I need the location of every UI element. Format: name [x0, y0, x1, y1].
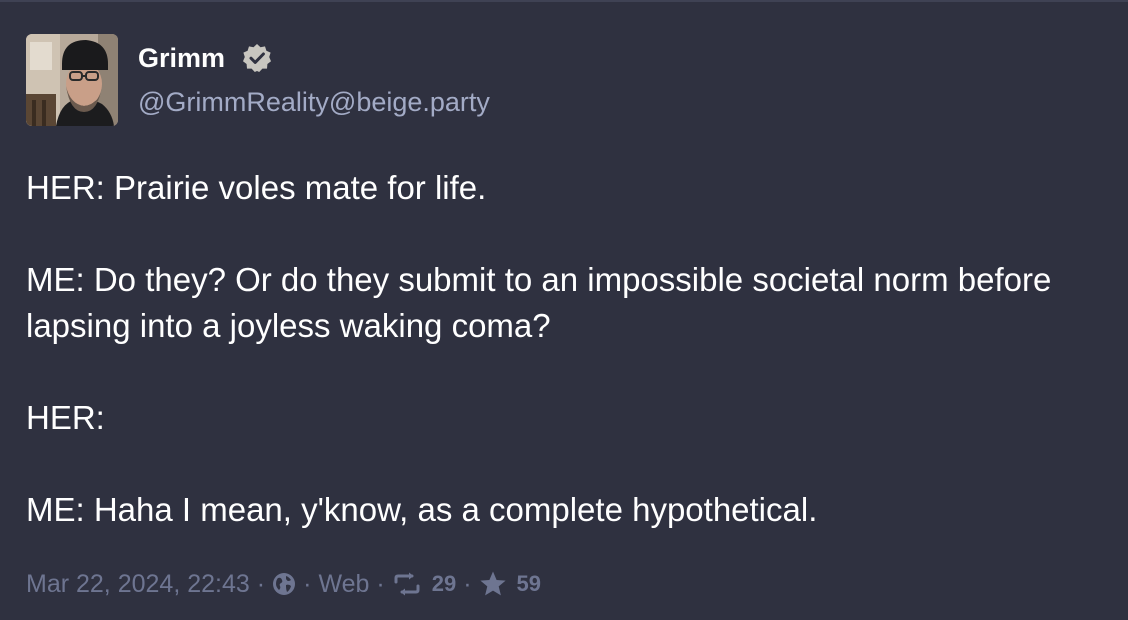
author-display-name[interactable]: Grimm	[138, 42, 225, 74]
boost-count: 29	[431, 571, 457, 596]
post-paragraph: ME: Do they? Or do they submit to an imp…	[26, 261, 1052, 344]
post-card: Grimm @GrimmReality@beige.party HER: Pra…	[0, 0, 1128, 620]
boost-icon[interactable]	[392, 572, 422, 596]
post-client: Web	[318, 569, 370, 598]
author-handle[interactable]: @GrimmReality@beige.party	[138, 86, 490, 118]
post-timestamp[interactable]: Mar 22, 2024, 22:43	[26, 570, 250, 599]
star-icon[interactable]	[479, 570, 507, 598]
meta-separator: ·	[463, 569, 472, 598]
post-paragraph: HER: Prairie voles mate for life.	[26, 169, 487, 206]
meta-separator: ·	[376, 569, 385, 598]
verified-check-icon	[242, 43, 272, 73]
post-meta: Mar 22, 2024, 22:43 · · Web · 29 · 59	[26, 566, 541, 602]
meta-separator: ·	[256, 569, 266, 598]
avatar[interactable]	[26, 34, 118, 126]
avatar-photo	[26, 34, 118, 126]
post-paragraph: ME: Haha I mean, y'know, as a complete h…	[26, 491, 818, 528]
globe-icon	[272, 572, 296, 596]
meta-separator: ·	[303, 569, 312, 598]
post-content: HER: Prairie voles mate for life. ME: Do…	[26, 165, 1111, 533]
post-paragraph: HER:	[26, 399, 105, 436]
favourite-count: 59	[516, 571, 542, 596]
